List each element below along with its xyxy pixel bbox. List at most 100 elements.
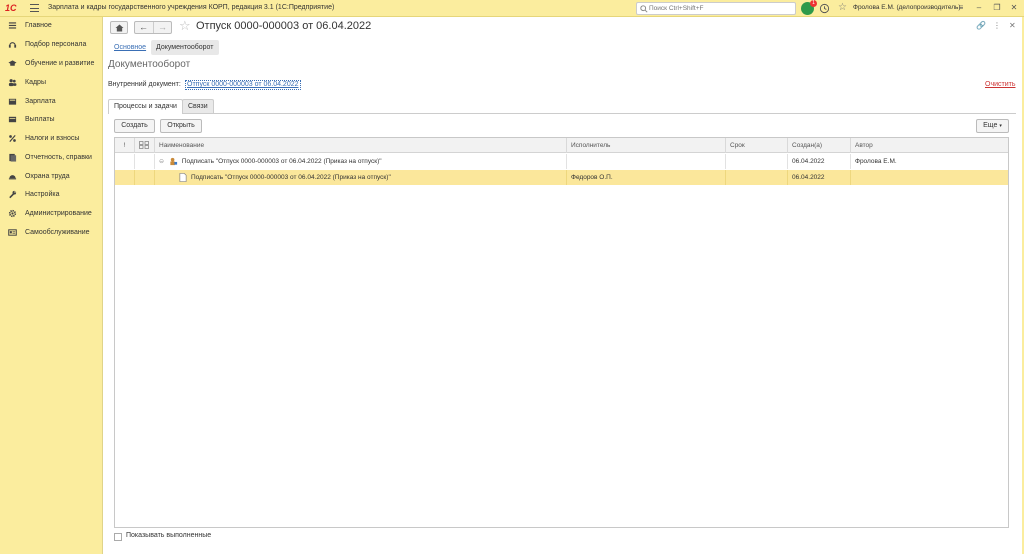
executor-cell: Федоров О.П. bbox=[567, 170, 726, 185]
author-cell: Фролова Е.М. bbox=[855, 158, 897, 165]
main-menu-icon[interactable] bbox=[30, 4, 39, 13]
sidebar-item-training[interactable]: Обучение и развитие bbox=[0, 55, 102, 73]
people-icon bbox=[8, 79, 17, 87]
task-name: Подписать "Отпуск 0000-000003 от 06.04.2… bbox=[181, 158, 382, 165]
restore-icon[interactable]: ❐ bbox=[991, 2, 1003, 14]
global-search[interactable] bbox=[636, 2, 796, 15]
sidebar-item-label: Подбор персонала bbox=[25, 41, 87, 48]
search-icon bbox=[640, 5, 648, 13]
column-deadline[interactable]: Срок bbox=[726, 138, 788, 153]
favorite-star-icon[interactable]: ☆ bbox=[179, 18, 191, 34]
history-icon[interactable] bbox=[819, 3, 830, 14]
task-document-icon bbox=[179, 172, 187, 182]
id-card-icon bbox=[8, 229, 17, 236]
show-completed-checkbox[interactable] bbox=[114, 533, 122, 541]
back-arrow-icon[interactable]: ← bbox=[139, 22, 148, 33]
column-name[interactable]: Наименование bbox=[155, 138, 567, 153]
state-cell bbox=[135, 154, 155, 169]
show-completed-label: Показывать выполненные bbox=[126, 532, 212, 539]
notifications-button[interactable]: 1 bbox=[801, 0, 817, 15]
internal-document-label: Внутренний документ: bbox=[108, 81, 181, 88]
more-actions-icon[interactable]: ⋮ bbox=[993, 21, 1001, 30]
sidebar-item-taxes[interactable]: Налоги и взносы bbox=[0, 130, 102, 148]
app-title: Зарплата и кадры государственного учрежд… bbox=[48, 4, 335, 11]
column-executor[interactable]: Исполнитель bbox=[567, 138, 726, 153]
sidebar-item-label: Обучение и развитие bbox=[25, 60, 95, 67]
table-row[interactable]: Подписать "Отпуск 0000-000003 от 06.04.2… bbox=[115, 170, 1008, 185]
app-logo: 1С bbox=[5, 3, 17, 13]
importance-cell bbox=[115, 170, 135, 185]
sidebar-item-main[interactable]: Главное bbox=[0, 17, 102, 35]
column-importance[interactable]: ! bbox=[115, 138, 135, 153]
sections-sidebar: Главное Подбор персонала Обучение и разв… bbox=[0, 17, 102, 554]
more-button-label: Еще bbox=[983, 122, 998, 129]
open-button[interactable]: Открыть bbox=[160, 119, 202, 133]
author-cell bbox=[851, 170, 1008, 185]
sidebar-item-label: Главное bbox=[25, 22, 52, 29]
sidebar-item-settings[interactable]: Настройка bbox=[0, 186, 102, 204]
sidebar-item-label: Настройка bbox=[25, 191, 60, 198]
tab-main[interactable]: Основное bbox=[109, 40, 151, 55]
report-icon bbox=[9, 153, 17, 162]
section-title: Документооборот bbox=[108, 59, 191, 70]
close-icon[interactable]: ✕ bbox=[1008, 2, 1020, 14]
wallet-icon bbox=[8, 98, 17, 105]
sidebar-item-label: Кадры bbox=[25, 79, 46, 86]
sidebar-item-label: Зарплата bbox=[25, 98, 56, 105]
tasks-grid[interactable]: ! Наименование Исполнитель Срок Создан(а… bbox=[114, 137, 1009, 528]
sidebar-item-recruitment[interactable]: Подбор персонала bbox=[0, 36, 102, 54]
graduation-cap-icon bbox=[8, 60, 17, 66]
create-button[interactable]: Создать bbox=[114, 119, 155, 133]
search-input[interactable] bbox=[649, 3, 789, 14]
tab-links[interactable]: Связи bbox=[182, 99, 214, 113]
sidebar-item-hr[interactable]: Кадры bbox=[0, 74, 102, 92]
signing-process-icon bbox=[170, 157, 177, 165]
minimize-icon[interactable]: – bbox=[973, 2, 985, 14]
importance-cell bbox=[115, 154, 135, 169]
tab-document-flow[interactable]: Документооборот bbox=[151, 40, 219, 55]
home-button[interactable] bbox=[110, 21, 128, 34]
more-button[interactable]: Еще ▾ bbox=[976, 119, 1009, 133]
gear-icon bbox=[8, 209, 17, 218]
sidebar-item-salary[interactable]: Зарплата bbox=[0, 93, 102, 111]
coins-icon bbox=[8, 116, 17, 123]
wrench-icon bbox=[9, 190, 17, 199]
settings-icon[interactable]: ≡ bbox=[955, 2, 967, 14]
document-title: Отпуск 0000-000003 от 06.04.2022 bbox=[196, 20, 372, 32]
internal-document-link[interactable]: Отпуск 0000-000003 от 06.04.2022 bbox=[185, 80, 301, 90]
sidebar-item-label: Охрана труда bbox=[25, 173, 70, 180]
link-icon[interactable]: 🔗 bbox=[976, 21, 986, 30]
title-bar: 1С Зарплата и кадры государственного учр… bbox=[0, 0, 1024, 17]
sidebar-item-reports[interactable]: Отчетность, справки bbox=[0, 149, 102, 167]
clear-link[interactable]: Очистить bbox=[985, 81, 1015, 88]
document-window: ← → ☆ Отпуск 0000-000003 от 06.04.2022 🔗… bbox=[102, 17, 1022, 554]
created-cell: 06.04.2022 bbox=[788, 154, 851, 169]
deadline-cell bbox=[726, 154, 788, 169]
sidebar-item-label: Самообслуживание bbox=[25, 229, 90, 236]
grid-state-icon bbox=[139, 141, 149, 150]
sidebar-item-self-service[interactable]: Самообслуживание bbox=[0, 224, 102, 242]
created-cell: 06.04.2022 bbox=[788, 170, 851, 185]
forward-arrow-icon[interactable]: → bbox=[158, 22, 167, 33]
column-created[interactable]: Создан(а) bbox=[788, 138, 851, 153]
sidebar-item-administration[interactable]: Администрирование bbox=[0, 205, 102, 223]
chevron-down-icon: ▾ bbox=[999, 123, 1002, 129]
executor-cell bbox=[567, 154, 726, 169]
collapse-icon[interactable]: ⊖ bbox=[159, 155, 167, 170]
close-document-icon[interactable]: ✕ bbox=[1009, 21, 1016, 30]
column-author[interactable]: Автор bbox=[851, 138, 1008, 153]
helmet-icon bbox=[8, 175, 17, 180]
nav-history-buttons: ← → bbox=[134, 21, 172, 34]
sidebar-item-label: Отчетность, справки bbox=[25, 154, 92, 161]
percent-icon bbox=[9, 134, 16, 143]
favorites-icon[interactable]: ☆ bbox=[838, 2, 847, 13]
task-name: Подписать "Отпуск 0000-000003 от 06.04.2… bbox=[191, 174, 391, 181]
menu-lines-icon bbox=[8, 22, 17, 29]
current-user[interactable]: Фролова Е.М. (делопроизводитель) bbox=[853, 4, 961, 11]
tab-processes-tasks[interactable]: Процессы и задачи bbox=[108, 99, 183, 114]
sidebar-item-labor-safety[interactable]: Охрана труда bbox=[0, 168, 102, 186]
sidebar-item-payments[interactable]: Выплаты bbox=[0, 111, 102, 129]
nav-divider bbox=[153, 22, 154, 33]
table-row[interactable]: ⊖ Подписать "Отпуск 0000-000003 от 06.04… bbox=[115, 154, 1008, 169]
column-state[interactable] bbox=[135, 138, 155, 153]
